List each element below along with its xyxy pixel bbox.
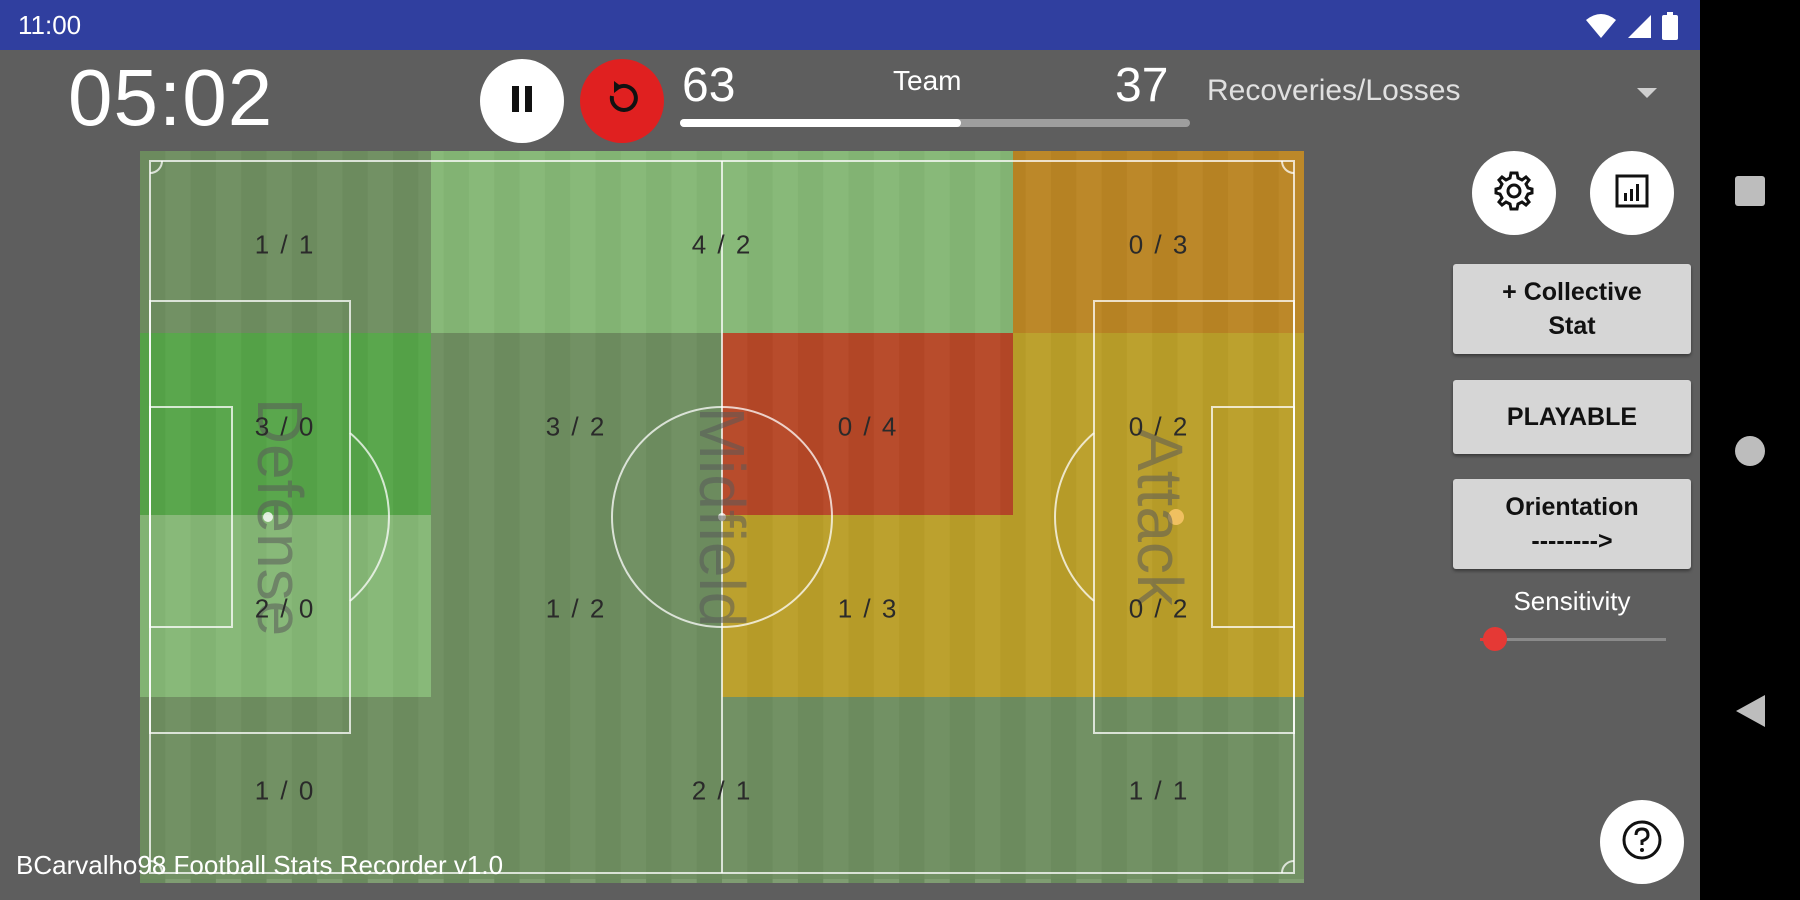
recent-apps-icon[interactable]: [1700, 174, 1800, 208]
signal-icon: [1626, 13, 1652, 39]
back-icon[interactable]: [1700, 693, 1800, 729]
zone-label: 4 / 2: [691, 229, 753, 260]
zone-label: 0 / 4: [837, 411, 899, 442]
status-time: 11:00: [18, 10, 82, 40]
gear-icon: [1492, 169, 1536, 218]
reset-icon: [601, 78, 643, 125]
team-score-left: 63: [682, 59, 736, 112]
reset-button[interactable]: [580, 59, 664, 143]
team-score-right: 37: [1115, 59, 1169, 112]
match-timer: 05:02: [68, 53, 274, 142]
help-button[interactable]: [1600, 800, 1684, 884]
app-credit: BCarvalho98 Football Stats Recorder v1.0: [16, 850, 504, 880]
report-button[interactable]: [1590, 151, 1674, 235]
status-bar: 11:00: [0, 0, 1700, 50]
settings-button[interactable]: [1472, 151, 1556, 235]
zone-label: 1 / 1: [1128, 775, 1190, 806]
add-collective-stat-label: + Collective: [1502, 278, 1642, 306]
wifi-icon: [1586, 13, 1616, 39]
report-icon: [1612, 171, 1652, 216]
help-icon: [1620, 818, 1664, 867]
zone-label: 1 / 2: [545, 593, 607, 624]
playable-label: PLAYABLE: [1506, 403, 1638, 431]
zone-label: 0 / 2: [1128, 411, 1190, 442]
sensitivity-label: Sensitivity: [1513, 586, 1631, 616]
orientation-arrow-label: -------->: [1531, 527, 1613, 555]
sensitivity-slider-thumb[interactable]: [1482, 627, 1507, 651]
navigation-bar: [1700, 0, 1800, 900]
zone-label: 1 / 0: [254, 775, 316, 806]
orientation-label: Orientation: [1505, 493, 1639, 521]
possession-bar: [680, 119, 1190, 127]
add-collective-stat-label-2: Stat: [1548, 312, 1596, 340]
zone-label: 2 / 1: [691, 775, 753, 806]
zone-label: 3 / 2: [545, 411, 607, 442]
midfield-area-label: Midfield: [686, 406, 758, 628]
attack-area-label: Attack: [1124, 428, 1196, 606]
zone-label: 0 / 2: [1128, 593, 1190, 624]
zone-label: 1 / 3: [837, 593, 899, 624]
playable-button[interactable]: PLAYABLE: [1453, 380, 1691, 454]
zone-label: 0 / 3: [1128, 229, 1190, 260]
possession-bar-fill: [680, 119, 961, 127]
pitch-heatmap[interactable]: Defense Midfield Attack 1 / 1 4 / 2 0 / …: [140, 151, 1304, 883]
zone-label: 2 / 0: [254, 593, 316, 624]
sensitivity-slider[interactable]: [1480, 627, 1666, 651]
team-label: Team: [893, 65, 962, 96]
pause-button[interactable]: [480, 59, 564, 143]
zone-label: 3 / 0: [254, 411, 316, 442]
zone-label: 1 / 1: [254, 229, 316, 260]
orientation-button[interactable]: Orientation -------->: [1453, 479, 1691, 569]
pause-icon: [507, 82, 537, 121]
home-icon[interactable]: [1700, 434, 1800, 468]
stat-type-dropdown[interactable]: Recoveries/Losses: [1207, 74, 1657, 118]
add-collective-stat-button[interactable]: + Collective Stat: [1453, 264, 1691, 354]
chevron-down-icon: [1637, 88, 1657, 98]
battery-icon: [1662, 12, 1678, 40]
stat-type-value: Recoveries/Losses: [1207, 74, 1461, 107]
